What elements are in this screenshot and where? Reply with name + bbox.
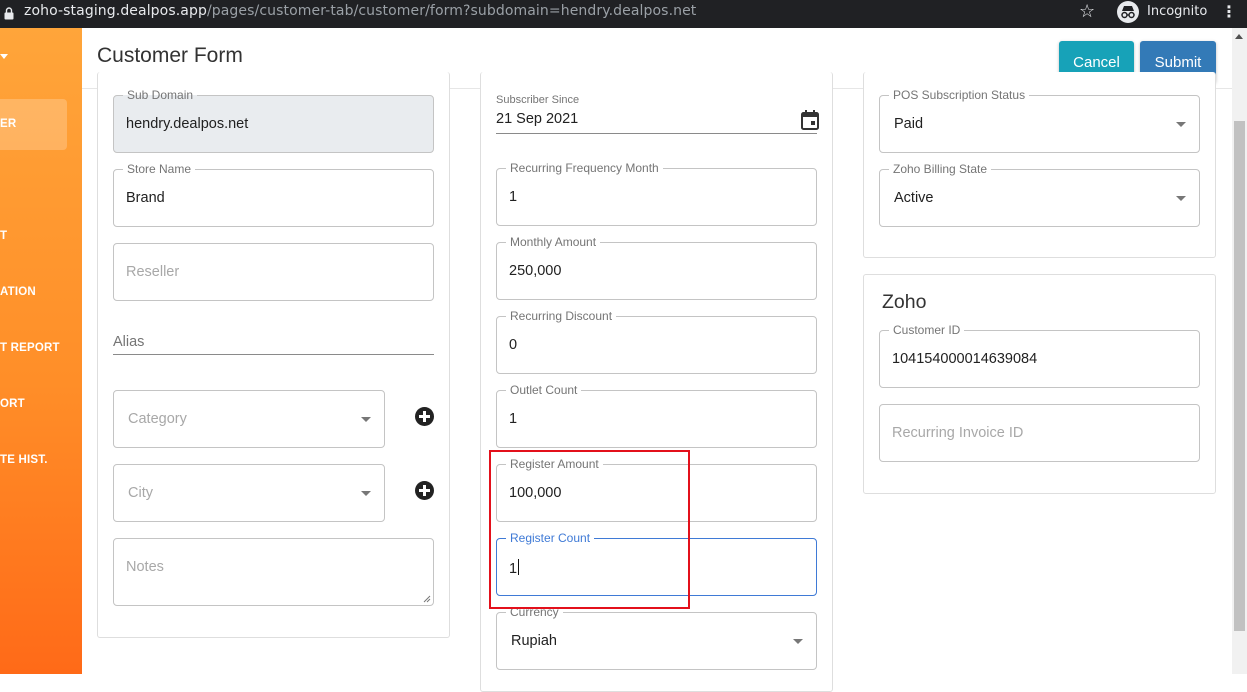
- recurring-frequency-month-value: 1: [509, 189, 518, 205]
- zoho-billing-state-label: Zoho Billing State: [889, 162, 992, 176]
- store-name-field[interactable]: Store Name Brand: [113, 162, 434, 227]
- bookmark-star-icon[interactable]: ☆: [1079, 1, 1095, 22]
- scroll-up-arrow-icon[interactable]: [1235, 34, 1243, 39]
- category-placeholder: Category: [128, 411, 187, 427]
- register-count-label: Register Count: [506, 531, 595, 545]
- currency-label: Currency: [506, 605, 563, 619]
- alias-placeholder: Alias: [113, 334, 145, 350]
- subscriber-since-label: Subscriber Since: [496, 94, 580, 106]
- recurring-discount-field[interactable]: Recurring Discount 0: [496, 309, 817, 374]
- sidebar: ER T ATION T REPORT ORT TE HIST.: [0, 28, 82, 674]
- page-title: Customer Form: [97, 44, 243, 67]
- add-category-icon[interactable]: [415, 407, 434, 426]
- monthly-amount-value: 250,000: [509, 263, 562, 279]
- recurring-frequency-month-field[interactable]: Recurring Frequency Month 1: [496, 161, 817, 226]
- notes-placeholder: Notes: [126, 559, 164, 575]
- chevron-down-icon: [1176, 122, 1186, 127]
- sidebar-item-4[interactable]: T REPORT: [0, 342, 60, 354]
- store-name-value: Brand: [126, 190, 165, 206]
- category-select[interactable]: Category: [113, 390, 385, 448]
- customer-id-field[interactable]: Customer ID 104154000014639084: [879, 323, 1200, 388]
- chevron-down-icon: [793, 639, 803, 644]
- sidebar-item-customer[interactable]: ER: [0, 118, 16, 130]
- outlet-count-label: Outlet Count: [506, 383, 582, 397]
- store-name-label: Store Name: [123, 162, 196, 176]
- zoho-billing-state-value: Active: [894, 190, 934, 206]
- pos-subscription-status-select[interactable]: POS Subscription Status Paid: [879, 88, 1200, 153]
- zoho-section-title: Zoho: [882, 291, 927, 313]
- sidebar-item-2[interactable]: T: [0, 230, 7, 242]
- register-amount-value: 100,000: [509, 485, 562, 501]
- register-amount-field[interactable]: Register Amount 100,000: [496, 457, 817, 522]
- customer-id-label: Customer ID: [889, 323, 965, 337]
- alias-field[interactable]: Alias: [113, 332, 434, 355]
- reseller-field[interactable]: Reseller: [113, 243, 434, 301]
- sidebar-item-6[interactable]: TE HIST.: [0, 454, 48, 466]
- recurring-frequency-month-label: Recurring Frequency Month: [506, 161, 663, 175]
- register-count-value: 1: [509, 559, 520, 577]
- browser-toolbar: zoho-staging.dealpos.app/pages/customer-…: [0, 0, 1247, 28]
- sub-domain-field: Sub Domain hendry.dealpos.net: [113, 88, 434, 153]
- outlet-count-value: 1: [509, 411, 518, 427]
- customer-id-value: 104154000014639084: [892, 351, 1038, 367]
- sub-domain-value: hendry.dealpos.net: [126, 116, 249, 132]
- recurring-discount-value: 0: [509, 337, 518, 353]
- subscriber-since-field[interactable]: Subscriber Since 21 Sep 2021: [496, 94, 819, 134]
- scrollbar-thumb[interactable]: [1234, 121, 1245, 631]
- url-path: /pages/customer-tab/customer/form?subdom…: [206, 3, 697, 19]
- city-placeholder: City: [128, 485, 153, 501]
- reseller-placeholder: Reseller: [126, 264, 180, 280]
- add-city-icon[interactable]: [415, 481, 434, 500]
- currency-value: Rupiah: [511, 633, 557, 649]
- chevron-down-icon: [361, 491, 371, 496]
- register-count-field[interactable]: Register Count 1: [496, 531, 817, 596]
- city-select[interactable]: City: [113, 464, 385, 522]
- register-count-text: 1: [509, 561, 518, 577]
- sidebar-item-5[interactable]: ORT: [0, 398, 25, 410]
- incognito-label: Incognito: [1147, 4, 1208, 19]
- subscriber-since-value: 21 Sep 2021: [496, 111, 579, 127]
- sub-domain-label: Sub Domain: [123, 88, 198, 102]
- register-amount-label: Register Amount: [506, 457, 603, 471]
- currency-select[interactable]: Currency Rupiah: [496, 605, 817, 670]
- recurring-discount-label: Recurring Discount: [506, 309, 617, 323]
- resize-handle-icon[interactable]: [423, 595, 431, 603]
- address-bar[interactable]: zoho-staging.dealpos.app/pages/customer-…: [24, 3, 696, 19]
- pos-subscription-status-label: POS Subscription Status: [889, 88, 1030, 102]
- sidebar-caret-down-icon[interactable]: [0, 54, 8, 59]
- chevron-down-icon: [1176, 196, 1186, 201]
- lock-icon: [4, 7, 14, 20]
- chevron-down-icon: [361, 417, 371, 422]
- sidebar-item-3[interactable]: ATION: [0, 286, 36, 298]
- monthly-amount-field[interactable]: Monthly Amount 250,000: [496, 235, 817, 300]
- recurring-invoice-id-field[interactable]: Recurring Invoice ID: [879, 404, 1200, 462]
- monthly-amount-label: Monthly Amount: [506, 235, 601, 249]
- browser-menu-icon[interactable]: ⋮: [1221, 2, 1237, 21]
- pos-subscription-status-value: Paid: [894, 116, 924, 132]
- url-host: zoho-staging.dealpos.app: [24, 3, 207, 19]
- notes-textarea[interactable]: Notes: [113, 538, 434, 606]
- calendar-icon[interactable]: [801, 110, 819, 130]
- recurring-invoice-id-placeholder: Recurring Invoice ID: [892, 425, 1024, 441]
- zoho-billing-state-select[interactable]: Zoho Billing State Active: [879, 162, 1200, 227]
- incognito-icon[interactable]: [1117, 1, 1139, 23]
- text-cursor: [518, 559, 520, 575]
- outlet-count-field[interactable]: Outlet Count 1: [496, 383, 817, 448]
- page-scrollbar[interactable]: [1232, 28, 1247, 674]
